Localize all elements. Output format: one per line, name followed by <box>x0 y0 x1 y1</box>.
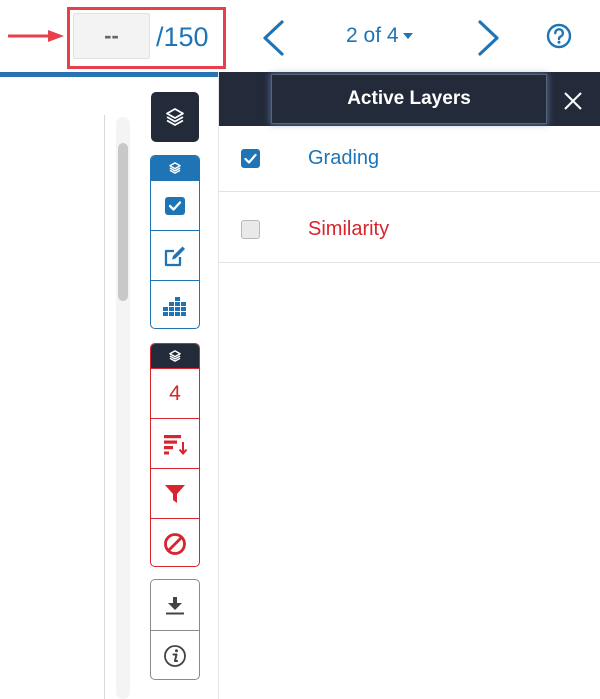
page-selector-label: 2 of 4 <box>346 24 399 47</box>
active-layers-panel: Active Layers Grading Similarity <box>218 72 600 699</box>
active-layers-button[interactable] <box>151 92 199 142</box>
help-icon[interactable] <box>546 23 572 49</box>
rubric-button[interactable] <box>151 180 199 230</box>
panel-title: Active Layers <box>347 88 471 109</box>
layer-checkbox-similarity[interactable] <box>241 220 260 239</box>
edit-icon <box>164 246 185 266</box>
top-bar: -- /150 2 of 4 <box>0 0 600 72</box>
layers-icon <box>169 162 181 174</box>
caret-down-icon <box>402 33 413 40</box>
exclude-button[interactable] <box>151 518 199 566</box>
close-icon[interactable] <box>562 90 584 112</box>
similarity-tools-group: 4 <box>150 343 200 567</box>
similarity-group-header <box>151 344 199 368</box>
exclude-icon <box>164 532 186 555</box>
sort-icon <box>164 434 187 455</box>
layer-label-similarity: Similarity <box>308 218 390 240</box>
download-button[interactable] <box>151 580 199 630</box>
panel-title-box: Active Layers <box>271 74 547 124</box>
scrollbar-thumb[interactable] <box>118 143 128 301</box>
match-count: 4 <box>169 381 181 405</box>
sort-matches-button[interactable] <box>151 418 199 468</box>
layers-icon <box>166 108 184 126</box>
info-icon <box>164 644 186 667</box>
match-count-button[interactable]: 4 <box>151 368 199 418</box>
utility-tools-group <box>150 579 200 680</box>
grid-icon <box>163 296 186 316</box>
layer-row-similarity[interactable]: Similarity <box>219 197 600 263</box>
download-icon <box>166 597 184 615</box>
filter-icon <box>165 484 185 503</box>
layers-icon <box>169 350 181 362</box>
feedback-button[interactable] <box>151 230 199 280</box>
info-button[interactable] <box>151 630 199 679</box>
checkmark-icon <box>244 153 257 164</box>
grade-max-label: /150 <box>156 22 209 52</box>
annotation-arrow-icon <box>8 30 64 42</box>
quickmarks-button[interactable] <box>151 280 199 328</box>
layer-label-grading: Grading <box>308 147 380 169</box>
grading-group-header <box>151 156 199 180</box>
checkbox-icon <box>165 196 185 215</box>
previous-page-button[interactable] <box>260 19 286 57</box>
document-edge <box>104 115 105 699</box>
grade-input[interactable]: -- <box>73 13 150 59</box>
layer-checkbox-grading[interactable] <box>241 149 260 168</box>
panel-header: Active Layers <box>219 72 600 126</box>
page-selector[interactable]: 2 of 4 <box>346 24 413 48</box>
layer-row-grading[interactable]: Grading <box>219 126 600 192</box>
next-page-button[interactable] <box>476 19 502 57</box>
filter-button[interactable] <box>151 468 199 518</box>
grading-tools-group <box>150 155 200 329</box>
